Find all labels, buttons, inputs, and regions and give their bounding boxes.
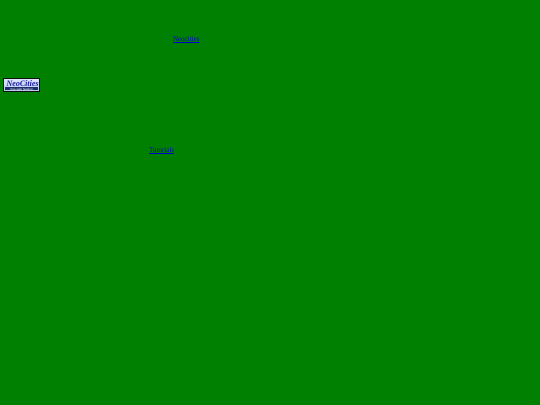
neocities-badge-icon[interactable]: NeoCities free web hosting xyxy=(3,78,40,92)
tutorials-link[interactable]: Tutorials xyxy=(149,146,174,154)
badge-subtitle: free web hosting xyxy=(10,88,33,91)
page-body: Neocities NeoCities free web hosting Tut… xyxy=(0,0,540,405)
neocities-link[interactable]: Neocities xyxy=(173,35,199,43)
